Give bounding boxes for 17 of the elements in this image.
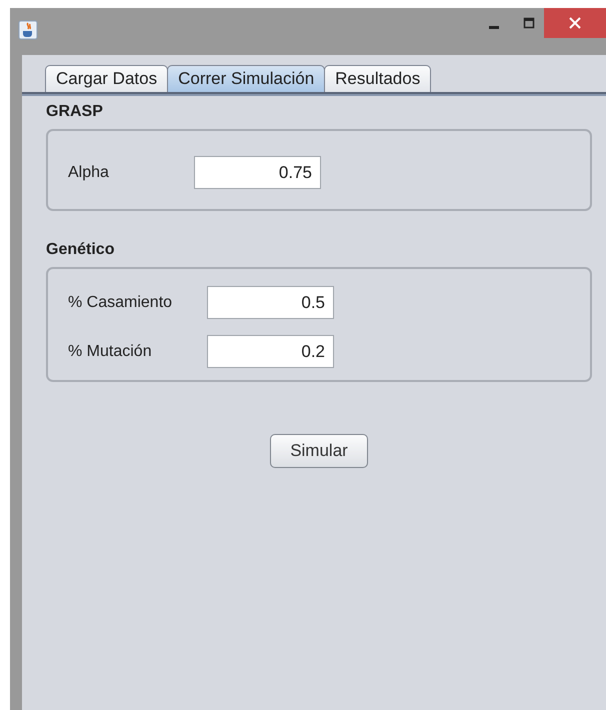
cup-icon — [18, 20, 38, 40]
minimize-icon — [489, 26, 499, 28]
group-title: GRASP — [46, 103, 104, 121]
tab[interactable]: Cargar Datos — [45, 65, 168, 92]
field-label: % Mutación — [68, 342, 153, 362]
close-button[interactable] — [544, 8, 606, 38]
input-field[interactable]: 0.75 — [194, 156, 321, 189]
simulate-button[interactable]: Simular — [270, 434, 368, 468]
group-title: Genético — [46, 241, 116, 259]
tab[interactable]: Resultados — [324, 65, 432, 92]
close-icon — [569, 17, 581, 29]
tab[interactable]: Correr Simulación — [167, 65, 326, 92]
input-field[interactable]: 0.5 — [207, 286, 334, 319]
input-field[interactable]: 0.2 — [207, 335, 334, 368]
maximize-icon — [523, 17, 535, 29]
field-label: % Casamiento — [68, 292, 174, 312]
field-label: Alpha — [68, 162, 110, 182]
